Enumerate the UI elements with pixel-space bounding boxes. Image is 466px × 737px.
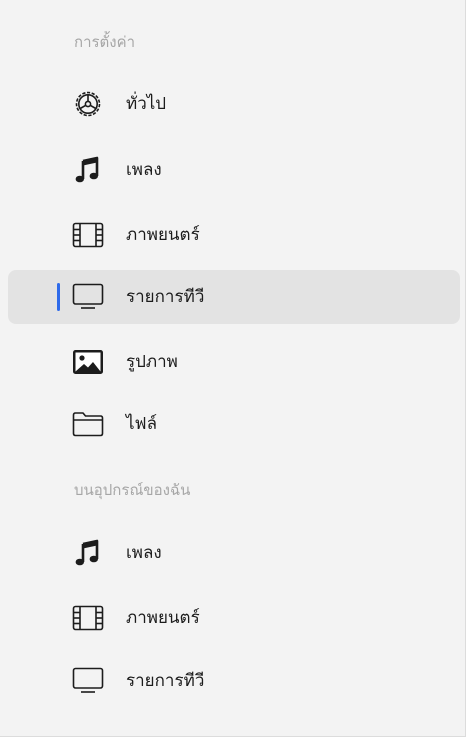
sidebar-item-label: รูปภาพ bbox=[126, 352, 178, 372]
device-item-music[interactable]: เพลง bbox=[8, 526, 460, 580]
music-note-icon bbox=[70, 536, 106, 570]
sidebar-item-label: ภาพยนตร์ bbox=[126, 608, 200, 628]
device-item-tv-shows[interactable]: รายการทีวี bbox=[8, 654, 460, 708]
selection-indicator bbox=[57, 283, 60, 311]
film-icon bbox=[70, 218, 106, 252]
film-icon bbox=[70, 601, 106, 635]
photo-icon bbox=[70, 345, 106, 379]
sidebar-item-label: ทั่วไป bbox=[126, 94, 167, 114]
music-note-icon bbox=[70, 153, 106, 187]
tv-icon bbox=[70, 280, 106, 314]
sidebar-item-photos[interactable]: รูปภาพ bbox=[8, 335, 460, 389]
sidebar-item-label: รายการทีวี bbox=[126, 671, 205, 691]
sidebar-item-label: รายการทีวี bbox=[126, 287, 205, 307]
gear-icon bbox=[70, 87, 106, 121]
sidebar-item-label: เพลง bbox=[126, 160, 162, 180]
device-item-movies[interactable]: ภาพยนตร์ bbox=[8, 591, 460, 645]
sidebar-item-label: ภาพยนตร์ bbox=[126, 225, 200, 245]
section-header-settings: การตั้งค่า bbox=[74, 33, 136, 51]
sidebar-item-music[interactable]: เพลง bbox=[8, 143, 460, 197]
sidebar-item-files[interactable]: ไฟล์ bbox=[8, 397, 460, 451]
sidebar-item-general[interactable]: ทั่วไป bbox=[8, 77, 460, 131]
settings-sidebar: การตั้งค่า ทั่วไป เพลง ภาพยนตร์ รายการที… bbox=[0, 0, 466, 737]
sidebar-item-movies[interactable]: ภาพยนตร์ bbox=[8, 208, 460, 262]
section-header-on-my-device: บนอุปกรณ์ของฉัน bbox=[74, 481, 191, 499]
tv-icon bbox=[70, 664, 106, 698]
folder-icon bbox=[70, 407, 106, 441]
sidebar-item-label: เพลง bbox=[126, 543, 162, 563]
sidebar-item-label: ไฟล์ bbox=[126, 414, 158, 434]
sidebar-item-tv-shows[interactable]: รายการทีวี bbox=[8, 270, 460, 324]
